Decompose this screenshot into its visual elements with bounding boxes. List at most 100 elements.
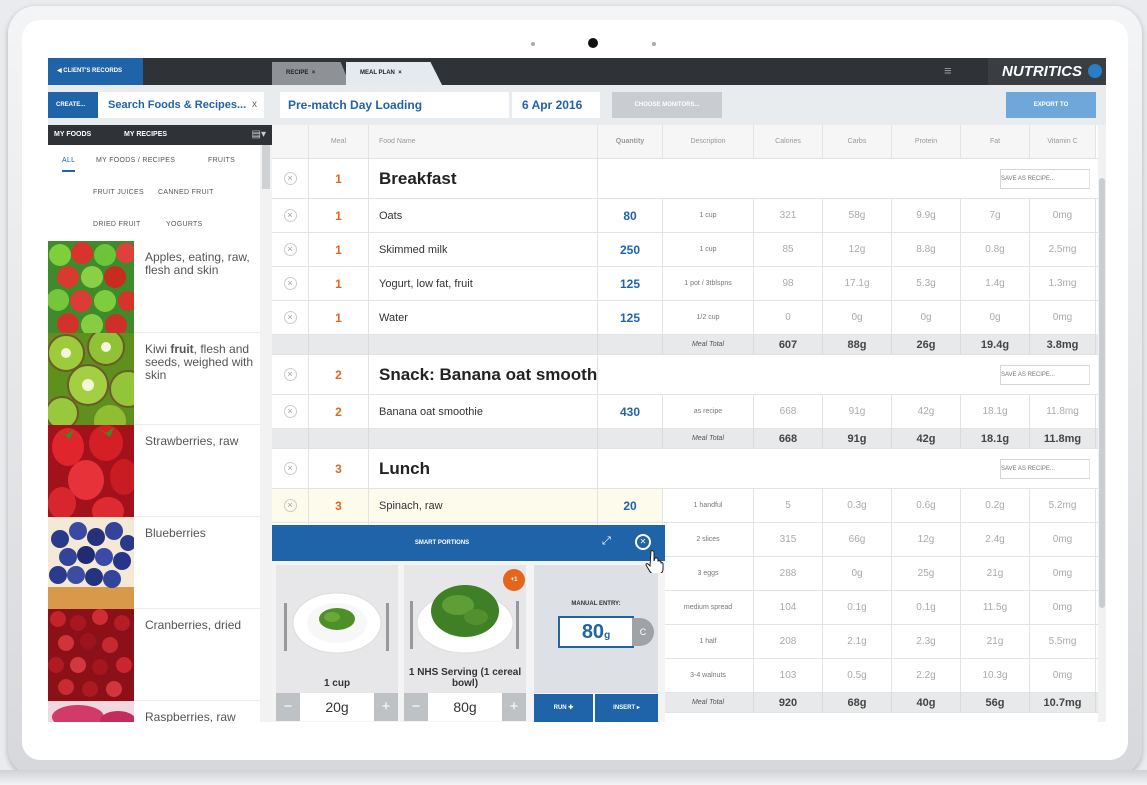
save-as-recipe-button[interactable]: SAVE AS RECIPE... bbox=[1000, 169, 1090, 189]
description-cell[interactable]: 1 cup bbox=[663, 199, 754, 232]
hamburger-menu-icon[interactable]: ≡ bbox=[944, 64, 958, 77]
clear-search-icon[interactable]: x bbox=[252, 92, 257, 118]
remove-row-icon[interactable]: × bbox=[283, 311, 297, 324]
description-cell[interactable]: 2 slices bbox=[663, 523, 754, 556]
nutrient-cell: 0g bbox=[823, 301, 892, 334]
quantity-cell[interactable]: 250 bbox=[598, 233, 663, 266]
food-name-cell[interactable]: Oats bbox=[369, 199, 598, 232]
portion-stepper[interactable]: − 20g + bbox=[276, 693, 398, 721]
tab-recipe[interactable]: RECIPE × bbox=[272, 62, 350, 85]
food-name-cell[interactable]: Yogurt, low fat, fruit bbox=[369, 267, 598, 300]
description-cell[interactable]: 3-4 walnuts bbox=[663, 659, 754, 692]
tab-close-icon[interactable]: × bbox=[312, 70, 316, 76]
list-item[interactable]: Kiwi fruit, flesh and seeds, weighed wit… bbox=[48, 333, 260, 425]
table-row: × 1 Water 125 1/2 cup 0 0g 0g 0g 0mg bbox=[272, 301, 1098, 335]
remove-row-icon[interactable]: × bbox=[283, 405, 297, 418]
decrease-button[interactable]: − bbox=[404, 693, 428, 721]
search-input[interactable]: Search Foods & Recipes... x bbox=[98, 92, 264, 118]
quantity-cell[interactable]: 430 bbox=[598, 395, 663, 428]
filter-fruit-juices[interactable]: FRUIT JUICES bbox=[93, 189, 144, 196]
quantity-cell[interactable]: 20 bbox=[598, 489, 663, 522]
clients-records-button[interactable]: ◀ CLIENT'S RECORDS bbox=[48, 58, 143, 85]
export-button[interactable]: EXPORT TO bbox=[1006, 92, 1096, 118]
filter-my-foods-recipes[interactable]: MY FOODS / RECIPES bbox=[96, 157, 175, 164]
tab-my-foods[interactable]: MY FOODS bbox=[54, 125, 91, 145]
remove-row-icon[interactable]: × bbox=[283, 368, 297, 381]
portion-value[interactable]: 20g bbox=[300, 693, 374, 721]
manual-entry-input[interactable]: 80g bbox=[558, 616, 634, 648]
nutrient-cell: 25g bbox=[892, 557, 961, 590]
decrease-button[interactable]: − bbox=[276, 693, 300, 721]
nutrient-cell: 0.5g bbox=[823, 659, 892, 692]
total-spacer bbox=[309, 335, 369, 354]
brand-logo: NUTRITICS bbox=[988, 58, 1106, 85]
remove-row-icon[interactable]: × bbox=[283, 172, 297, 185]
table-row: × 1 Yogurt, low fat, fruit 125 1 pot / 3tbls… bbox=[272, 267, 1098, 301]
quantity-cell[interactable]: 125 bbox=[598, 301, 663, 334]
meal-total-value: 88g bbox=[823, 335, 892, 354]
meal-number: 1 bbox=[309, 267, 369, 300]
quantity-cell[interactable]: 80 bbox=[598, 199, 663, 232]
save-as-recipe-button[interactable]: SAVE AS RECIPE... bbox=[1000, 365, 1090, 385]
header-remove bbox=[272, 125, 309, 158]
header-description: Description bbox=[663, 125, 754, 158]
food-name-cell[interactable]: Water bbox=[369, 301, 598, 334]
expand-icon[interactable]: ⤢ bbox=[602, 535, 611, 548]
description-cell[interactable]: 1/2 cup bbox=[663, 301, 754, 334]
tab-my-recipes[interactable]: MY RECIPES bbox=[124, 125, 167, 145]
unit-toggle[interactable]: C bbox=[632, 618, 654, 646]
create-button[interactable]: CREATE... bbox=[48, 92, 98, 118]
portion-value[interactable]: 80g bbox=[428, 693, 502, 721]
list-item[interactable]: Strawberries, raw bbox=[48, 425, 260, 517]
close-icon[interactable]: ✕ bbox=[635, 534, 651, 550]
nutrient-cell: 8.8g bbox=[892, 233, 961, 266]
increase-button[interactable]: + bbox=[502, 693, 526, 721]
tab-meal-plan[interactable]: MEAL PLAN × bbox=[346, 62, 442, 85]
filter-yogurts[interactable]: YOGURTS bbox=[166, 221, 203, 228]
description-cell[interactable]: 1 pot / 3tblspns bbox=[663, 267, 754, 300]
nutrient-cell: 0mg bbox=[1030, 301, 1096, 334]
description-cell[interactable]: medium spread bbox=[663, 591, 754, 624]
description-cell[interactable]: 1 half bbox=[663, 625, 754, 658]
portion-card-1-cup[interactable]: 1 cup bbox=[276, 565, 398, 693]
description-cell[interactable]: 3 eggs bbox=[663, 557, 754, 590]
run-button[interactable]: RUN ✚ bbox=[534, 694, 594, 722]
total-spacer bbox=[369, 429, 598, 448]
filter-dried-fruit[interactable]: DRIED FRUIT bbox=[93, 221, 141, 228]
food-name-cell[interactable]: Banana oat smoothie bbox=[369, 395, 598, 428]
remove-row-icon[interactable]: × bbox=[283, 499, 297, 512]
food-name-cell[interactable]: Skimmed milk bbox=[369, 233, 598, 266]
quantity-cell[interactable]: 125 bbox=[598, 267, 663, 300]
left-scrollbar-thumb[interactable] bbox=[262, 145, 270, 189]
plan-date-field[interactable]: 6 Apr 2016 bbox=[512, 92, 600, 118]
description-cell[interactable]: as recipe bbox=[663, 395, 754, 428]
remove-row-icon[interactable]: × bbox=[283, 243, 297, 256]
description-cell[interactable]: 1 cup bbox=[663, 233, 754, 266]
list-item[interactable]: Blueberries bbox=[48, 517, 260, 609]
header-food-name: Food Name bbox=[369, 125, 598, 158]
save-as-recipe-button[interactable]: SAVE AS RECIPE... bbox=[1000, 459, 1090, 479]
filter-fruits[interactable]: FRUITS bbox=[208, 157, 235, 164]
description-cell[interactable]: 1 handful bbox=[663, 489, 754, 522]
remove-row-icon[interactable]: × bbox=[283, 462, 297, 475]
remove-row-icon[interactable]: × bbox=[283, 277, 297, 290]
filter-all[interactable]: ALL bbox=[62, 157, 76, 172]
food-name-cell[interactable]: Spinach, raw bbox=[369, 489, 598, 522]
insert-button[interactable]: INSERT ▸ bbox=[595, 694, 658, 722]
portion-stepper[interactable]: − 80g + bbox=[404, 693, 526, 721]
plan-name-field[interactable]: Pre-match Day Loading bbox=[280, 92, 509, 118]
increase-button[interactable]: + bbox=[374, 693, 398, 721]
list-item[interactable]: Raspberries, raw bbox=[48, 701, 260, 722]
nutrient-cell: 12g bbox=[823, 233, 892, 266]
manual-value: 80 bbox=[581, 621, 605, 643]
left-scrollbar[interactable] bbox=[260, 145, 272, 722]
choose-monitors-button[interactable]: CHOOSE MONITORS... bbox=[612, 92, 722, 118]
remove-row-icon[interactable]: × bbox=[283, 209, 297, 222]
filter-canned-fruit[interactable]: CANNED FRUIT bbox=[158, 189, 214, 196]
grid-scrollbar-thumb[interactable] bbox=[1099, 178, 1105, 608]
list-item[interactable]: Apples, eating, raw, flesh and skin bbox=[48, 241, 260, 333]
strawberries-image bbox=[48, 425, 134, 517]
list-item[interactable]: Cranberries, dried bbox=[48, 609, 260, 701]
tab-close-icon[interactable]: × bbox=[398, 70, 402, 76]
filter-icon[interactable]: ▤▾ bbox=[252, 125, 266, 145]
